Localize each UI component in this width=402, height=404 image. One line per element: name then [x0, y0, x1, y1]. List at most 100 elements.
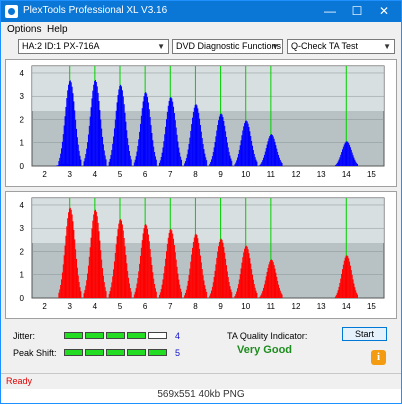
top-chart-bar	[72, 93, 74, 166]
top-chart-bar	[136, 151, 138, 166]
top-chart-y-tick-label: 4	[20, 69, 25, 78]
top-chart-bar	[260, 163, 262, 166]
bottom-chart-bar	[234, 295, 236, 298]
top-chart-bar	[122, 96, 124, 166]
top-chart-bar	[85, 154, 87, 166]
bottom-chart-bar	[335, 294, 337, 298]
top-chart-bar	[163, 141, 165, 166]
bottom-chart-bar	[147, 229, 149, 298]
top-chart-bar	[222, 117, 224, 166]
top-chart-bar	[195, 104, 197, 166]
bottom-chart-bar	[141, 240, 143, 298]
top-chart-bar	[178, 147, 180, 166]
bottom-chart-bar	[164, 266, 166, 298]
bottom-chart-y-tick-label: 1	[20, 271, 25, 280]
bottom-chart-bar	[168, 232, 170, 298]
top-chart-bar	[251, 140, 253, 166]
top-chart-bar	[64, 116, 66, 166]
top-chart-bar	[164, 134, 166, 166]
minimize-button[interactable]: —	[317, 3, 343, 19]
bottom-chart-bar	[347, 256, 349, 298]
top-chart-bar	[235, 162, 237, 166]
window-title: PlexTools Professional XL V3.16	[23, 5, 168, 16]
bottom-chart-bar	[119, 220, 121, 298]
top-chart-bar	[108, 161, 110, 166]
top-chart-bar	[247, 123, 249, 166]
bottom-chart-bar	[139, 255, 141, 298]
info-icon[interactable]: i	[371, 350, 386, 365]
top-chart-bar	[176, 134, 178, 166]
bottom-chart-bar	[203, 280, 205, 298]
top-chart-bar	[154, 151, 156, 166]
top-chart-bar	[128, 145, 130, 166]
top-chart-bar	[113, 128, 115, 166]
top-chart-bar	[151, 133, 153, 166]
top-chart-bar	[197, 108, 199, 166]
bottom-chart-bar	[134, 291, 136, 298]
top-chart-bar	[118, 89, 120, 166]
bottom-chart-y-tick-label: 2	[20, 247, 25, 256]
top-chart-bar	[130, 159, 132, 166]
top-chart-bar	[150, 125, 152, 166]
bottom-chart-bar	[88, 256, 90, 298]
bottom-chart-x-tick-label: 8	[193, 302, 198, 311]
menu-help[interactable]: Help	[47, 24, 68, 35]
bottom-chart-bar	[271, 260, 273, 298]
top-chart-bar	[244, 121, 246, 166]
bottom-chart-bar	[334, 296, 336, 298]
bottom-chart-bar	[272, 262, 274, 298]
maximize-button[interactable]: ☐	[344, 3, 370, 19]
start-button[interactable]: Start	[342, 327, 387, 341]
bottom-chart-bar	[274, 268, 276, 298]
bottom-chart-x-tick-label: 13	[317, 302, 326, 311]
bottom-chart-bar	[238, 279, 240, 298]
bottom-chart-bar	[202, 275, 204, 298]
bottom-chart-bar	[275, 272, 277, 298]
bottom-chart-bar	[126, 263, 128, 298]
bottom-chart-bar	[149, 249, 151, 298]
bottom-chart-bar	[346, 255, 348, 298]
close-button[interactable]: ✕	[371, 3, 397, 19]
top-chart-bar	[104, 155, 106, 166]
top-chart-bar	[281, 163, 283, 166]
bottom-chart-bar	[237, 284, 239, 298]
function-select[interactable]: DVD Diagnostic Functions ▼	[172, 39, 283, 54]
bottom-chart-x-tick-label: 4	[93, 302, 98, 311]
drive-select[interactable]: HA:2 ID:1 PX-716A ▼	[18, 39, 169, 54]
menu-options[interactable]: Options	[7, 24, 41, 35]
bottom-chart-bar	[247, 249, 249, 298]
top-chart-bar	[66, 98, 68, 166]
top-chart-bar	[353, 157, 355, 166]
top-chart-bar	[221, 114, 223, 166]
top-chart-bar	[337, 161, 339, 166]
top-chart-bar	[259, 164, 261, 166]
top-chart-bar	[200, 131, 202, 166]
bottom-chart-bar	[196, 235, 198, 298]
top-chart-bar	[160, 157, 162, 166]
top-chart-bar	[126, 130, 128, 166]
top-chart-bar	[351, 152, 353, 166]
bottom-chart-bar	[176, 266, 178, 298]
top-chart-x-tick-label: 8	[193, 170, 198, 179]
top-chart-bar	[220, 113, 222, 166]
bottom-chart-bar	[175, 259, 177, 298]
top-chart-bar	[261, 162, 263, 166]
bottom-chart-bar	[177, 273, 179, 298]
bottom-chart-bar	[184, 295, 186, 298]
top-chart-x-tick-label: 5	[118, 170, 123, 179]
bottom-chart-x-tick-label: 14	[342, 302, 351, 311]
top-chart-bar	[78, 150, 80, 166]
status-text: Ready	[6, 376, 33, 386]
bottom-chart-bar	[161, 284, 163, 298]
top-chart-bar	[116, 102, 118, 166]
test-select[interactable]: Q-Check TA Test ▼	[287, 39, 395, 54]
top-chart-bar	[180, 156, 182, 166]
bottom-chart-bar	[123, 237, 125, 298]
bottom-chart-bar	[216, 257, 218, 298]
bottom-chart-bar	[112, 276, 114, 298]
top-chart-bar	[192, 112, 194, 166]
bottom-chart-bar	[212, 282, 214, 298]
bottom-chart-bar	[151, 265, 153, 298]
meter-segment	[148, 349, 167, 356]
bottom-chart-x-tick-label: 5	[118, 302, 123, 311]
